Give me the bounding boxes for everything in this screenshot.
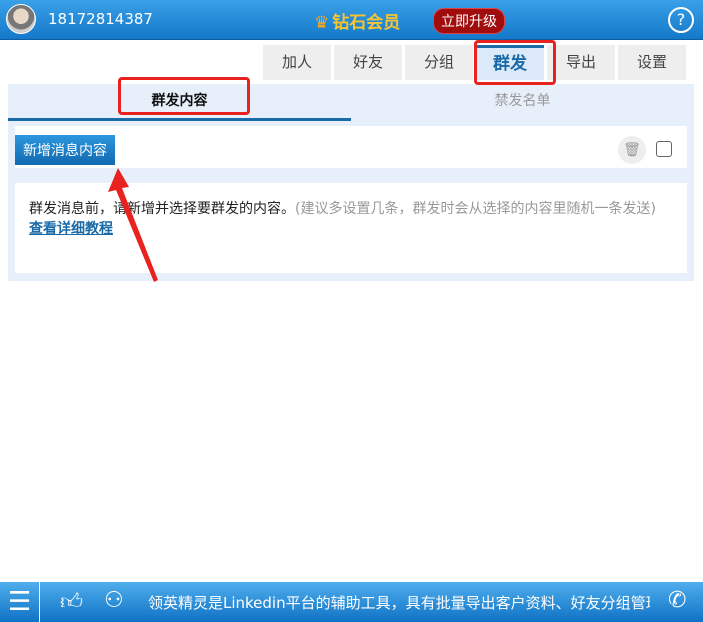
help-icon[interactable]: ? <box>668 7 694 33</box>
menu-icon[interactable]: ☰ <box>8 588 31 616</box>
subtab-blocklist[interactable]: 禁发名单 <box>351 84 694 121</box>
avatar[interactable] <box>6 4 36 34</box>
annotation-arrow <box>108 168 158 282</box>
upgrade-button[interactable]: 立即升级 <box>433 8 505 34</box>
marquee-text: 领英精灵是Linkedin平台的辅助工具，具有批量导出客户资料、好友分组管理 <box>148 594 650 612</box>
thumbs-up-icon[interactable]: 👍︎ <box>60 588 83 615</box>
sub-tabs: 群发内容 禁发名单 <box>8 84 694 121</box>
divider <box>39 582 40 622</box>
vip-label: 钻石会员 <box>332 13 401 33</box>
tab-add[interactable]: 加人 <box>263 45 331 80</box>
annotation-box <box>474 40 556 85</box>
header-bar: 18172814387 ♛ 钻石会员 立即升级 ? <box>0 0 703 40</box>
annotation-box <box>118 77 250 115</box>
tab-settings[interactable]: 设置 <box>618 45 686 80</box>
add-user-icon[interactable]: ⚇ <box>104 588 124 613</box>
user-phone: 18172814387 <box>48 10 153 28</box>
tab-groups[interactable]: 分组 <box>405 45 473 80</box>
select-all-checkbox[interactable] <box>656 141 672 157</box>
tab-export[interactable]: 导出 <box>547 45 615 80</box>
phone-icon[interactable]: ✆ <box>668 588 686 613</box>
crown-icon: ♛ <box>314 13 330 33</box>
footer-bar: ☰ 👍︎ ⚇ 领英精灵是Linkedin平台的辅助工具，具有批量导出客户资料、好… <box>0 582 703 622</box>
info-hint: (建议多设置几条，群发时会从选择的内容里随机一条发送) <box>295 201 656 217</box>
vip-badge: ♛ 钻石会员 <box>314 8 400 33</box>
tab-friends[interactable]: 好友 <box>334 45 402 80</box>
trash-icon[interactable]: 🗑 <box>618 136 646 164</box>
